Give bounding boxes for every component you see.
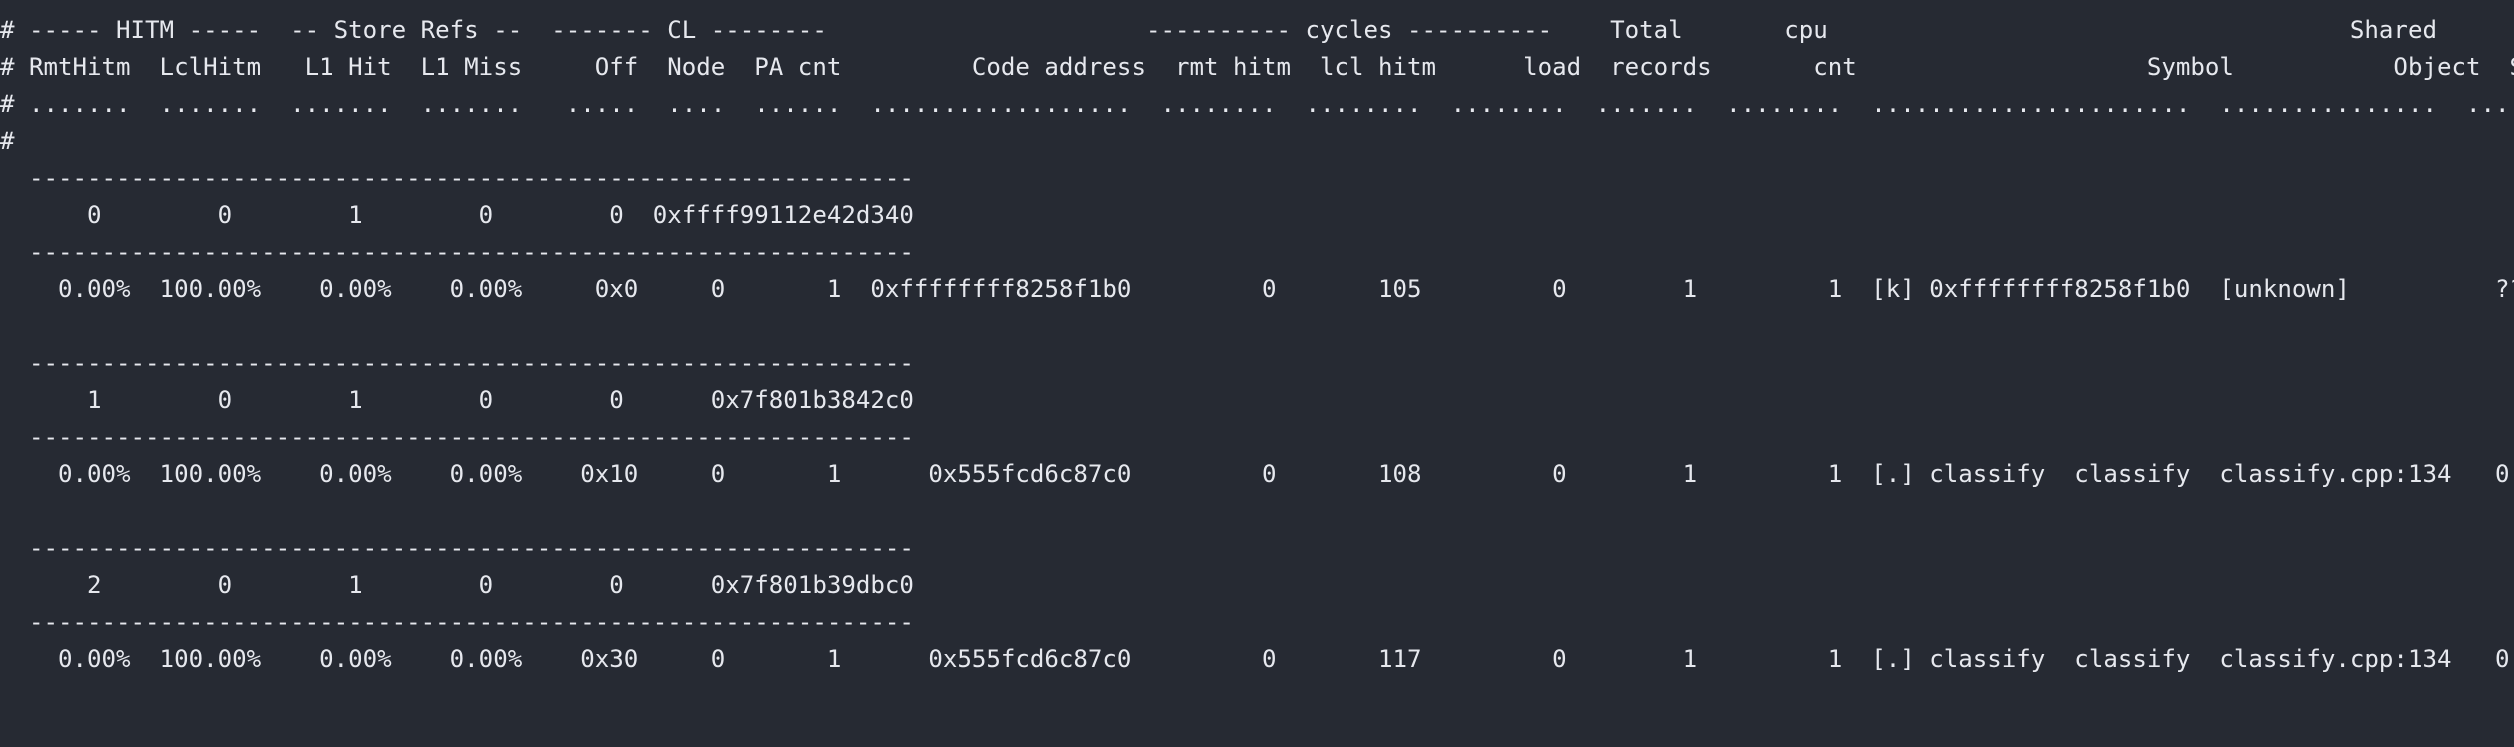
cacheline-1-separator-top: ----------------------------------------… bbox=[0, 349, 914, 377]
cacheline-1-summary: 1 0 1 0 0 0x7f801b3842c0 bbox=[0, 386, 914, 414]
cacheline-2-separator-top: ----------------------------------------… bbox=[0, 534, 914, 562]
header-line-columns: # RmtHitm LclHitm L1 Hit L1 Miss Off Nod… bbox=[0, 53, 2514, 81]
cacheline-2-summary: 2 0 1 0 0 0x7f801b39dbc0 bbox=[0, 571, 914, 599]
cacheline-0-summary: 0 0 1 0 0 0xffff99112e42d340 bbox=[0, 201, 914, 229]
header-line-dots: # ....... ....... ....... ....... ..... … bbox=[0, 90, 2514, 118]
cacheline-0-separator-bottom: ----------------------------------------… bbox=[0, 238, 914, 266]
cacheline-0-separator-top: ----------------------------------------… bbox=[0, 164, 914, 192]
terminal-window[interactable]: # ----- HITM ----- -- Store Refs -- ----… bbox=[0, 0, 2514, 747]
cacheline-1-detail-row: 0.00% 100.00% 0.00% 0.00% 0x10 0 1 0x555… bbox=[0, 460, 2510, 488]
cacheline-2-separator-bottom: ----------------------------------------… bbox=[0, 608, 914, 636]
cacheline-0-detail-row: 0.00% 100.00% 0.00% 0.00% 0x0 0 1 0xffff… bbox=[0, 275, 2514, 303]
cacheline-1-separator-bottom: ----------------------------------------… bbox=[0, 423, 914, 451]
cacheline-2-detail-row: 0.00% 100.00% 0.00% 0.00% 0x30 0 1 0x555… bbox=[0, 645, 2510, 673]
header-line-comment: # bbox=[0, 127, 15, 155]
header-line-groups: # ----- HITM ----- -- Store Refs -- ----… bbox=[0, 16, 2437, 44]
